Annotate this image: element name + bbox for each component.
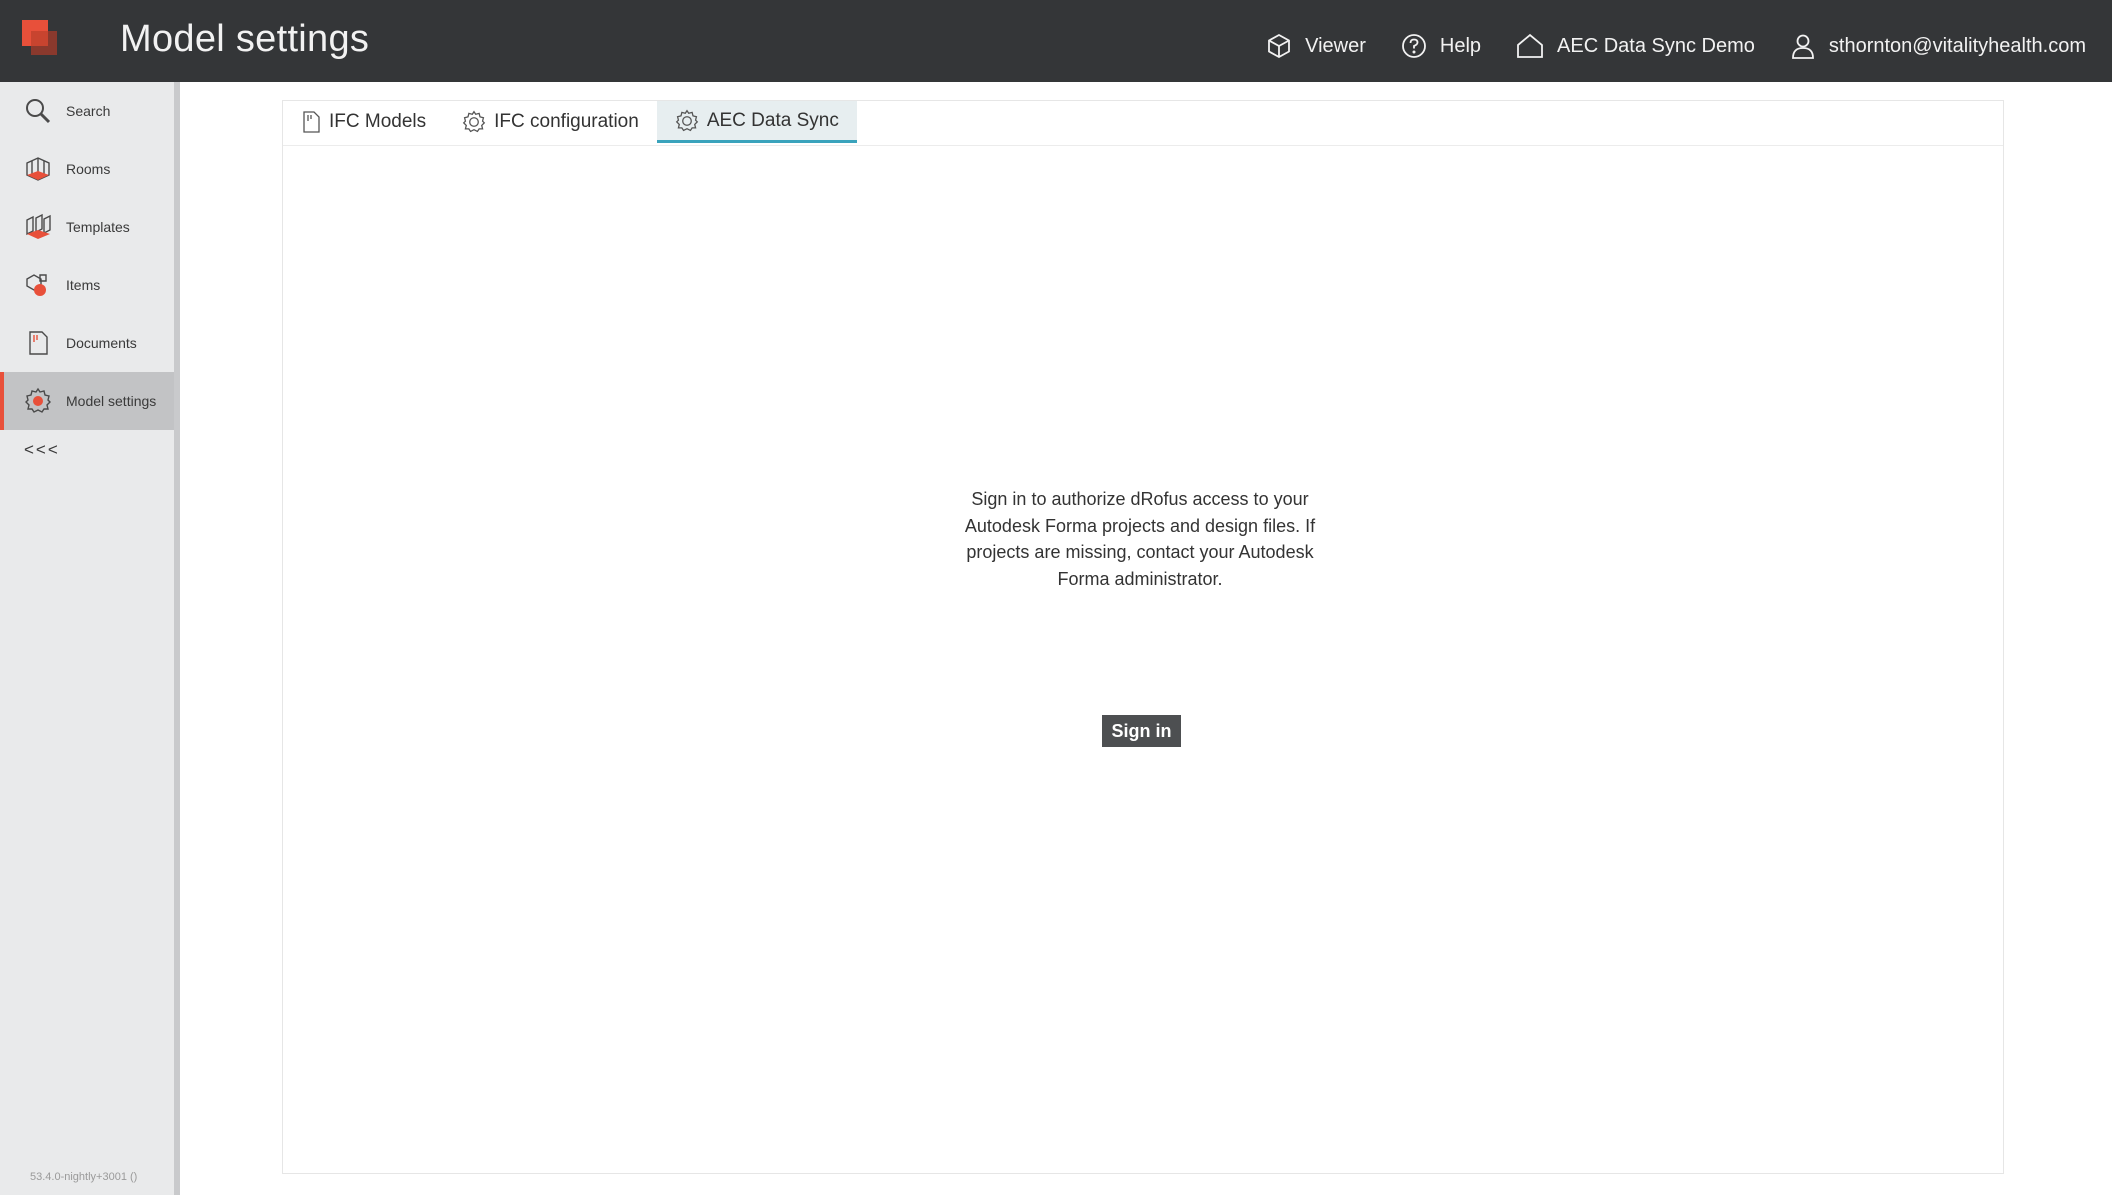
cube-icon [1268, 33, 1291, 59]
tab-label: IFC Models [329, 111, 427, 132]
gear-icon [25, 387, 51, 413]
tab-ifc-models[interactable]: IFC Models [283, 101, 444, 143]
documents-icon [29, 331, 48, 355]
sidebar-item-label: Items [66, 277, 101, 293]
items-icon [26, 274, 47, 296]
sidebar-item-rooms[interactable]: Rooms [0, 140, 174, 198]
top-bar: Model settings Viewer Help AEC Data Sync… [0, 0, 2112, 82]
sidebar-item-label: Rooms [66, 161, 111, 177]
version-label: 53.4.0-nightly+3001 () [30, 1171, 138, 1183]
user-label: sthornton@vitalityhealth.com [1828, 34, 2086, 57]
user-menu-button[interactable]: sthornton@vitalityhealth.com [1789, 32, 2086, 60]
home-icon [1517, 33, 1543, 58]
page-title: Model settings [120, 18, 370, 60]
sidebar-item-label: Documents [66, 335, 137, 351]
top-nav: Viewer Help AEC Data Sync Demo sthornton… [1231, 26, 2086, 66]
help-label: Help [1439, 34, 1482, 57]
gear-icon [462, 110, 486, 133]
sign-in-button[interactable]: Sign in [1102, 715, 1181, 747]
sidebar-item-search[interactable]: Search [0, 82, 174, 140]
viewer-label: Viewer [1305, 34, 1366, 57]
user-icon [1792, 34, 1814, 59]
project-button[interactable]: AEC Data Sync Demo [1515, 32, 1755, 60]
tab-label: AEC Data Sync [706, 109, 839, 131]
project-label: AEC Data Sync Demo [1557, 34, 1755, 57]
templates-icon [26, 213, 51, 239]
sidebar: Search Rooms Templates Items Documents M… [0, 82, 180, 1195]
settings-panel: IFC Models IFC configuration AEC Data Sy… [282, 100, 2004, 1174]
sidebar-item-templates[interactable]: Templates [0, 198, 174, 256]
help-icon [1402, 34, 1426, 58]
sidebar-item-label: Search [66, 103, 111, 119]
collapse-sidebar-button[interactable]: <<< [0, 440, 174, 460]
sidebar-item-model-settings[interactable]: Model settings [0, 372, 174, 430]
sidebar-item-label: Templates [66, 219, 130, 235]
tab-label: IFC configuration [494, 111, 639, 132]
gear-icon [675, 109, 699, 131]
drofus-logo-icon[interactable] [22, 20, 60, 58]
rooms-icon [26, 157, 50, 181]
search-icon [26, 99, 51, 124]
sidebar-item-documents[interactable]: Documents [0, 314, 174, 372]
tab-aec-data-sync[interactable]: AEC Data Sync [656, 101, 857, 143]
document-icon [303, 111, 320, 133]
sidebar-item-label: Model settings [66, 393, 157, 409]
signin-message: Sign in to authorize dRofus access to yo… [964, 489, 1316, 589]
viewer-button[interactable]: Viewer [1265, 32, 1366, 60]
tab-divider [283, 145, 2003, 146]
tab-bar: IFC Models IFC configuration AEC Data Sy… [283, 101, 857, 145]
sidebar-item-items[interactable]: Items [0, 256, 174, 314]
help-button[interactable]: Help [1400, 32, 1481, 60]
tab-ifc-configuration[interactable]: IFC configuration [444, 101, 657, 143]
